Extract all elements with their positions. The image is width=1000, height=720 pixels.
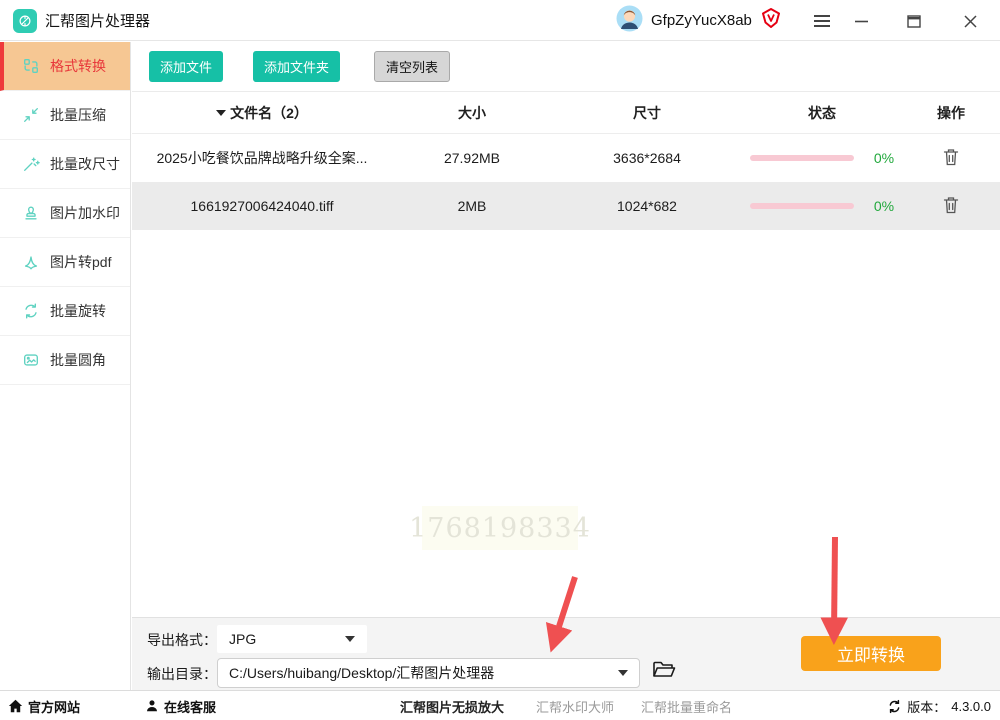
browse-folder-icon[interactable]: [652, 660, 676, 683]
delete-file-icon[interactable]: [941, 146, 961, 171]
user-account[interactable]: GfpZyYucX8ab: [616, 0, 782, 41]
app-logo-icon: [13, 8, 37, 33]
sidebar-item-add-watermark[interactable]: 图片加水印: [0, 189, 130, 238]
file-size: 2MB: [457, 198, 487, 214]
file-dimensions: 1024*682: [617, 198, 677, 214]
progress-bar: [749, 155, 854, 161]
main-panel: 添加文件 添加文件夹 清空列表 文件名（2） 大小 尺寸 状态 操作 2025小…: [132, 42, 1000, 690]
export-format-select[interactable]: JPG: [217, 625, 367, 653]
sidebar-item-label: 批量圆角: [50, 352, 106, 368]
version-value: 4.3.0.0: [951, 698, 991, 714]
sidebar-item-label: 格式转换: [50, 58, 106, 74]
column-size: 大小: [458, 104, 486, 121]
close-button[interactable]: [955, 6, 985, 36]
sidebar-item-image-to-pdf[interactable]: 图片转pdf: [0, 238, 130, 287]
add-file-button[interactable]: 添加文件: [149, 51, 224, 82]
update-refresh-icon: [889, 699, 900, 713]
sidebar-item-rounded-corners[interactable]: 批量圆角: [0, 336, 130, 385]
chevron-down-icon: [618, 670, 628, 676]
sidebar-item-batch-rotate[interactable]: 批量旋转: [0, 287, 130, 336]
product-link-batch-rename[interactable]: 汇帮批量重命名: [641, 691, 732, 720]
batch-resize-icon: [22, 155, 40, 173]
maximize-button[interactable]: [899, 6, 929, 36]
progress-percent: 0%: [873, 150, 895, 166]
file-status: 0%: [742, 198, 902, 214]
file-dimensions: 3636*2684: [613, 150, 681, 166]
product-link-watermark-master[interactable]: 汇帮水印大师: [536, 691, 614, 720]
clear-list-button[interactable]: 清空列表: [374, 51, 451, 82]
file-name: 2025小吃餐饮品牌战略升级全案...: [156, 150, 368, 166]
output-dir-input[interactable]: C:/Users/huibang/Desktop/汇帮图片处理器: [217, 658, 640, 688]
rounded-corner-icon: [22, 351, 40, 369]
image-to-pdf-icon: [22, 253, 40, 271]
version-label: 版本：: [907, 699, 947, 715]
file-size: 27.92MB: [443, 150, 501, 166]
sort-down-icon: [216, 109, 227, 116]
convert-now-button[interactable]: 立即转换: [801, 636, 941, 671]
format-convert-icon: [22, 57, 40, 75]
customer-service-link[interactable]: 在线客服: [145, 691, 216, 720]
column-dimensions: 尺寸: [633, 104, 661, 121]
sidebar-item-label: 批量改尺寸: [50, 156, 120, 172]
add-folder-button[interactable]: 添加文件夹: [253, 51, 341, 82]
minimize-button[interactable]: [846, 6, 876, 36]
delete-file-icon[interactable]: [941, 194, 961, 219]
trial-watermark: 1768198334: [409, 506, 590, 550]
title-bar: 汇帮图片处理器 GfpZyYucX8ab: [0, 0, 1000, 41]
menu-icon[interactable]: [807, 6, 837, 36]
user-avatar[interactable]: [616, 5, 643, 37]
sidebar-item-batch-compress[interactable]: 批量压缩: [0, 91, 130, 140]
table-row[interactable]: 1661927006424040.tiff 2MB 1024*682 0%: [132, 182, 1000, 230]
status-bar: 官方网站 在线客服 汇帮图片无损放大 汇帮水印大师 汇帮批量重命名 版本： 4.3…: [0, 690, 1000, 720]
sidebar-item-label: 批量旋转: [50, 303, 106, 319]
app-title: 汇帮图片处理器: [45, 13, 151, 30]
person-icon: [146, 700, 158, 712]
vip-badge-icon[interactable]: [760, 7, 782, 34]
file-actions: [902, 194, 1000, 219]
product-link-lossless-enlarge[interactable]: 汇帮图片无损放大: [400, 691, 504, 720]
file-actions: [902, 146, 1000, 171]
table-row[interactable]: 2025小吃餐饮品牌战略升级全案... 27.92MB 3636*2684 0%: [132, 134, 1000, 182]
official-site-link[interactable]: 官方网站: [8, 691, 80, 720]
username-label: GfpZyYucX8ab: [651, 12, 752, 29]
progress-bar: [749, 203, 854, 209]
version-info[interactable]: 版本： 4.3.0.0: [887, 691, 991, 720]
app-window: 汇帮图片处理器 GfpZyYucX8ab 格式转换 批量压缩 批量改尺寸 图片加…: [0, 0, 1000, 720]
toolbar: 添加文件 添加文件夹 清空列表: [132, 42, 1000, 92]
app-brand: 汇帮图片处理器: [13, 0, 150, 41]
sidebar-item-label: 图片加水印: [50, 205, 120, 221]
output-dir-value: C:/Users/huibang/Desktop/汇帮图片处理器: [229, 665, 495, 681]
sidebar-item-batch-resize[interactable]: 批量改尺寸: [0, 140, 130, 189]
chevron-down-icon: [345, 636, 355, 642]
column-action: 操作: [937, 104, 965, 121]
output-settings-panel: 导出格式： JPG 输出目录： C:/Users/huibang/Desktop…: [132, 617, 1000, 690]
export-format-label: 导出格式：: [147, 632, 217, 648]
watermark-stamp-icon: [22, 204, 40, 222]
progress-percent: 0%: [873, 198, 895, 214]
sidebar-nav: 格式转换 批量压缩 批量改尺寸 图片加水印 图片转pdf 批量旋转 批量圆角: [0, 42, 131, 690]
column-status: 状态: [808, 104, 836, 121]
file-name: 1661927006424040.tiff: [190, 198, 334, 214]
batch-rotate-icon: [22, 302, 40, 320]
output-dir-label: 输出目录：: [147, 666, 217, 682]
sidebar-item-format-convert[interactable]: 格式转换: [0, 42, 130, 91]
file-table-header: 文件名（2） 大小 尺寸 状态 操作: [132, 92, 1000, 134]
sidebar-item-label: 图片转pdf: [50, 254, 112, 270]
home-icon: [8, 699, 23, 713]
export-format-value: JPG: [229, 631, 257, 647]
sidebar-item-label: 批量压缩: [50, 107, 106, 123]
batch-compress-icon: [22, 106, 40, 124]
file-status: 0%: [742, 150, 902, 166]
column-filename[interactable]: 文件名（2）: [132, 103, 392, 123]
